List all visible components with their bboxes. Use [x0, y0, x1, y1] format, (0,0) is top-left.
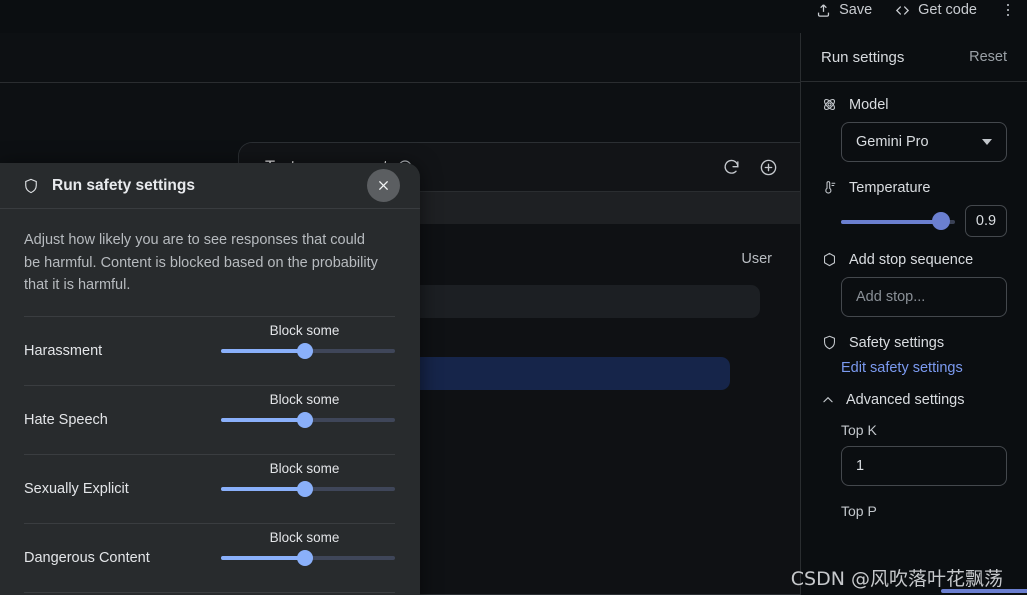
model-select[interactable]: Gemini Pro	[841, 122, 1007, 162]
get-code-label: Get code	[918, 2, 977, 18]
safety-settings-section-header: Safety settings	[821, 334, 1007, 351]
stop-sequence-section-header: Add stop sequence	[821, 251, 1007, 268]
hexagon-icon	[821, 251, 838, 268]
advanced-settings-toggle[interactable]: Advanced settings	[821, 392, 1007, 408]
safety-slider-thumb[interactable]	[296, 480, 313, 497]
temperature-slider-fill	[841, 219, 942, 224]
temperature-slider-thumb[interactable]	[932, 212, 951, 230]
run-settings-body: Model Gemini Pro Temperature 0.9 Add sto…	[801, 82, 1027, 519]
safety-category-control: Block some	[221, 392, 395, 428]
safety-category-list: Harassment Block some Hate Speech Block som…	[0, 315, 420, 592]
get-code-button[interactable]: Get code	[894, 2, 977, 19]
chevron-up-icon	[821, 393, 835, 407]
safety-category-value: Block some	[269, 529, 340, 545]
dialog-title-group: Run safety settings	[22, 177, 195, 195]
temperature-slider[interactable]	[841, 212, 955, 230]
safety-category-name: Dangerous Content	[24, 549, 150, 566]
save-label: Save	[839, 2, 873, 18]
safety-slider-fill	[221, 486, 305, 491]
close-icon[interactable]	[367, 169, 400, 202]
safety-category-value: Block some	[269, 322, 340, 338]
save-button[interactable]: Save	[815, 2, 872, 19]
chevron-down-icon	[982, 139, 992, 145]
safety-slider-fill	[221, 417, 305, 422]
safety-slider-thumb[interactable]	[296, 411, 313, 428]
safety-category-value: Block some	[269, 460, 340, 476]
test-prompt-actions	[722, 158, 778, 177]
top-p-label: Top P	[841, 503, 877, 519]
safety-slider-fill	[221, 555, 305, 560]
safety-category-slider[interactable]	[221, 342, 395, 359]
safety-category-name: Hate Speech	[24, 411, 108, 428]
dialog-description: Adjust how likely you are to see respons…	[24, 232, 378, 294]
temperature-section-header: Temperature	[821, 179, 1007, 196]
model-value: Gemini Pro	[856, 134, 929, 150]
top-k-label: Top K	[841, 422, 877, 438]
temperature-value[interactable]: 0.9	[965, 205, 1007, 237]
toolbar-actions: Save Get code	[815, 1, 1017, 33]
run-settings-sidebar: Run settings Reset Model Gemini Pro Temp…	[800, 33, 1027, 595]
safety-category-name: Harassment	[24, 342, 103, 359]
stop-sequence-placeholder: Add stop...	[856, 289, 926, 305]
dialog-bottom-divider	[24, 591, 395, 593]
safety-category-slider[interactable]	[221, 549, 395, 566]
user-role-label: User	[741, 251, 772, 267]
safety-category-row: Harassment Block some	[24, 315, 395, 385]
run-settings-header: Run settings Reset	[801, 33, 1027, 82]
top-p-slider[interactable]	[941, 583, 1027, 595]
run-safety-settings-dialog: Run safety settings Adjust how likely yo…	[0, 163, 420, 595]
safety-category-row: Hate Speech Block some	[24, 384, 395, 454]
stop-sequence-label: Add stop sequence	[849, 251, 974, 268]
top-toolbar: Save Get code	[0, 0, 1027, 33]
save-icon	[815, 2, 832, 19]
dialog-header: Run safety settings	[0, 163, 420, 209]
shield-icon	[22, 177, 40, 195]
app-root: Save Get code Test your prompt	[0, 0, 1027, 595]
safety-category-slider[interactable]	[221, 411, 395, 428]
dialog-title: Run safety settings	[52, 176, 195, 194]
safety-category-control: Block some	[221, 323, 395, 359]
temperature-control: 0.9	[841, 205, 1007, 237]
safety-category-row: Sexually Explicit Block some	[24, 453, 395, 523]
safety-category-row: Dangerous Content Block some	[24, 522, 395, 592]
top-p-slider-track	[941, 589, 1027, 593]
safety-category-control: Block some	[221, 461, 395, 497]
run-settings-title: Run settings	[821, 48, 905, 66]
plus-circle-icon[interactable]	[759, 158, 778, 177]
model-label: Model	[849, 96, 889, 113]
safety-slider-thumb[interactable]	[296, 549, 313, 566]
safety-category-control: Block some	[221, 530, 395, 566]
code-brackets-icon	[894, 2, 911, 19]
more-vertical-icon[interactable]	[999, 1, 1017, 19]
safety-slider-thumb[interactable]	[296, 342, 313, 359]
edit-safety-settings-link[interactable]: Edit safety settings	[841, 360, 1007, 376]
refresh-icon[interactable]	[722, 158, 741, 177]
temperature-icon	[821, 179, 838, 196]
model-section-header: Model	[821, 96, 1007, 113]
safety-category-slider[interactable]	[221, 480, 395, 497]
safety-category-value: Block some	[269, 391, 340, 407]
top-k-value: 1	[856, 458, 865, 474]
safety-settings-label: Safety settings	[849, 334, 945, 351]
safety-slider-fill	[221, 348, 305, 353]
shield-icon	[821, 334, 838, 351]
top-k-input[interactable]: 1	[841, 446, 1007, 486]
model-atom-icon	[821, 96, 838, 113]
temperature-label: Temperature	[849, 179, 931, 196]
stop-sequence-input[interactable]: Add stop...	[841, 277, 1007, 317]
header-divider	[0, 82, 800, 83]
reset-button[interactable]: Reset	[969, 49, 1007, 65]
advanced-settings-label: Advanced settings	[846, 392, 965, 408]
safety-category-name: Sexually Explicit	[24, 480, 129, 497]
